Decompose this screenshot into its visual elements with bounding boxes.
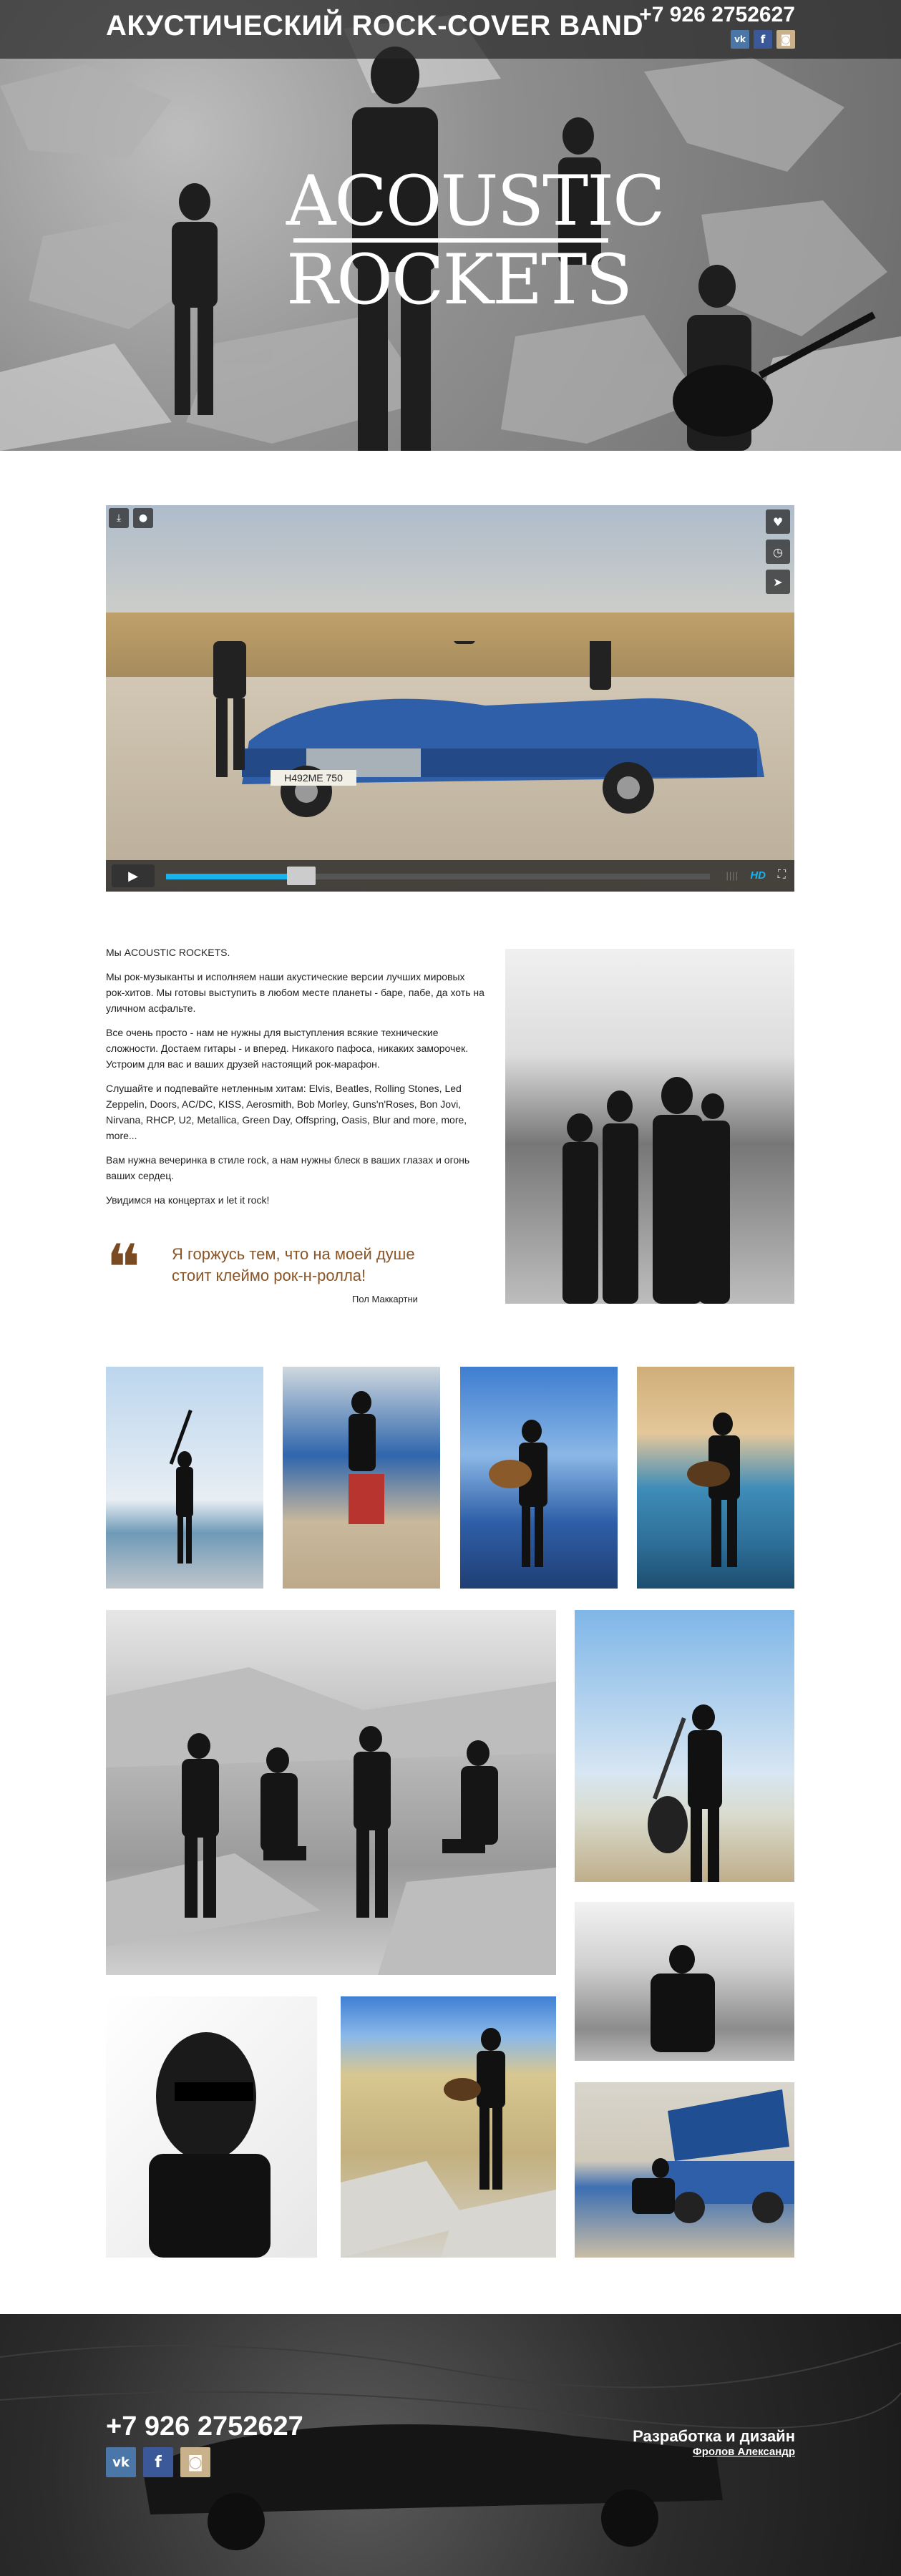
gallery-photo[interactable] bbox=[283, 1367, 440, 1589]
about-paragraph: Мы рок-музыканты и исполняем наши акусти… bbox=[106, 971, 484, 1014]
gallery-photo[interactable] bbox=[575, 1902, 794, 2061]
about-text: Мы ACOUSTIC ROCKETS. Мы рок-музыканты и … bbox=[106, 945, 485, 1216]
vk-icon[interactable]: vk bbox=[106, 2447, 136, 2477]
about-paragraph: Увидимся на концертах и let it rock! bbox=[106, 1194, 270, 1206]
site-title: АКУСТИЧЕСКИЙ ROCK-COVER BAND bbox=[106, 10, 643, 42]
quote-author: Пол Маккартни bbox=[352, 1294, 418, 1304]
logo-line-2: ROCKETS bbox=[286, 240, 633, 320]
gallery-photo[interactable] bbox=[575, 2082, 794, 2258]
lightbulb-icon[interactable]: ● bbox=[133, 508, 153, 528]
fullscreen-icon[interactable]: ⛶ bbox=[778, 869, 786, 882]
send-icon[interactable]: ➤ bbox=[766, 570, 790, 594]
video-progress-thumb[interactable] bbox=[286, 867, 316, 885]
gallery-photo[interactable] bbox=[106, 1367, 263, 1589]
hero-banner: ACOUSTIC ROCKETS bbox=[0, 0, 901, 451]
video-car-scene: Н492МЕ 750 bbox=[213, 641, 764, 817]
video-progress-track[interactable] bbox=[166, 867, 710, 885]
facebook-icon[interactable]: f bbox=[143, 2447, 173, 2477]
credit-title: Разработка и дизайн bbox=[633, 2427, 795, 2445]
license-plate: Н492МЕ 750 bbox=[284, 772, 343, 784]
instagram-icon[interactable]: ◙ bbox=[776, 30, 795, 49]
hd-toggle[interactable]: HD bbox=[750, 869, 766, 882]
heart-icon[interactable]: ♥ bbox=[766, 509, 790, 534]
about-paragraph: Слушайте и подпевайте нетленным хитам: E… bbox=[106, 1083, 467, 1141]
video-top-left-controls: ⤓ ● bbox=[109, 508, 153, 528]
video-player[interactable]: Н492МЕ 750 ⤓ ● ♥ ◷ ➤ ▶ |||| HD ⛶ bbox=[106, 505, 794, 892]
about-band-photo bbox=[505, 949, 794, 1304]
band-logo: ACOUSTIC ROCKETS bbox=[286, 161, 666, 320]
play-icon[interactable]: ▶ bbox=[112, 864, 155, 887]
gallery-photo[interactable] bbox=[637, 1367, 794, 1589]
gallery-photo[interactable] bbox=[575, 1610, 794, 1882]
page: ACOUSTIC ROCKETS АКУСТИЧЕСКИЙ ROCK-COVER… bbox=[0, 0, 901, 2576]
footer-phone[interactable]: +7 926 2752627 bbox=[106, 2411, 303, 2442]
gallery-photo[interactable] bbox=[460, 1367, 618, 1589]
footer-socials: vk f ◙ bbox=[106, 2447, 210, 2477]
gallery-photo[interactable] bbox=[341, 1996, 556, 2258]
vk-icon[interactable]: vk bbox=[731, 30, 749, 49]
video-top-right-controls: ♥ ◷ ➤ bbox=[766, 509, 790, 594]
instagram-icon[interactable]: ◙ bbox=[180, 2447, 210, 2477]
volume-icon[interactable]: |||| bbox=[726, 870, 739, 881]
quote-text: Я горжусь тем, что на моей душе стоит кл… bbox=[172, 1245, 415, 1284]
header-phone[interactable]: +7 926 2752627 bbox=[639, 3, 795, 27]
top-bar: АКУСТИЧЕСКИЙ ROCK-COVER BAND +7 926 2752… bbox=[0, 0, 901, 59]
gallery-photo-large[interactable] bbox=[106, 1610, 556, 1975]
about-paragraph: Вам нужна вечеринка в стиле rock, а нам … bbox=[106, 1154, 470, 1181]
quote-icon: ❝ bbox=[106, 1231, 141, 1306]
credit-link[interactable]: Фролов Александр bbox=[693, 2446, 795, 2458]
about-intro: Мы ACOUSTIC ROCKETS. bbox=[106, 947, 230, 958]
about-paragraph: Все очень просто - нам не нужны для выст… bbox=[106, 1027, 469, 1070]
facebook-icon[interactable]: f bbox=[754, 30, 772, 49]
download-icon[interactable]: ⤓ bbox=[109, 508, 129, 528]
video-progress-fill bbox=[166, 874, 291, 879]
video-controls: ▶ |||| HD ⛶ bbox=[106, 860, 794, 892]
gallery-photo[interactable] bbox=[106, 1996, 317, 2258]
logo-line-1: ACOUSTIC bbox=[286, 161, 666, 241]
header-socials: vk f ◙ bbox=[731, 30, 795, 49]
clock-icon[interactable]: ◷ bbox=[766, 540, 790, 564]
credit-block: Разработка и дизайн Фролов Александр bbox=[633, 2427, 795, 2459]
footer: +7 926 2752627 vk f ◙ Разработка и дизай… bbox=[0, 2314, 901, 2576]
